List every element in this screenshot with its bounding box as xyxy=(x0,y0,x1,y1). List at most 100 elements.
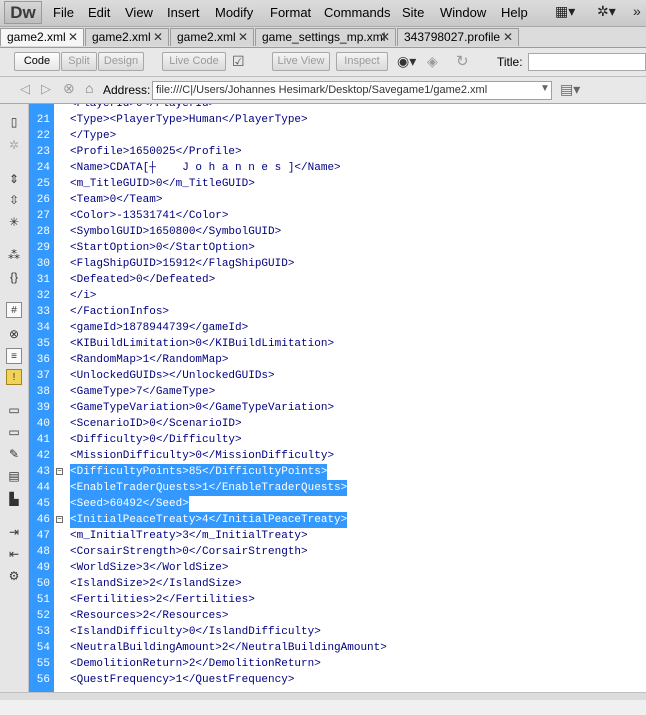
menu-commands[interactable]: Commands xyxy=(324,5,390,20)
code-line[interactable]: 24 <Name>CDATA[┼ J o h a n n e s ]</Name> xyxy=(29,160,646,176)
remove-comment-icon[interactable]: ▭ xyxy=(6,424,22,440)
menu-view[interactable]: View xyxy=(125,5,153,20)
tab-game2-xml-1[interactable]: game2.xml ✕ xyxy=(0,28,84,46)
code-line[interactable]: 54 <NeutralBuildingAmount>2</NeutralBuild… xyxy=(29,640,646,656)
highlight-invalid-code-icon[interactable]: ⊗ xyxy=(6,326,22,342)
code-line[interactable]: 40 <ScenarioID>0</ScenarioID> xyxy=(29,416,646,432)
chevron-down-icon[interactable]: ▼ xyxy=(540,83,550,94)
word-wrap-icon[interactable]: ≡ xyxy=(6,348,22,364)
expand-all-icon[interactable]: ✳ xyxy=(6,214,22,230)
refresh-icon[interactable]: ↻ xyxy=(456,52,469,70)
fold-toggle-icon[interactable]: − xyxy=(56,468,63,476)
show-code-navigator-icon[interactable]: ✲ xyxy=(6,137,22,153)
code-line[interactable]: 42 <MissionDifficulty>0</MissionDifficult… xyxy=(29,448,646,464)
gear-icon[interactable]: ✲▾ xyxy=(597,3,616,20)
apply-comment-icon[interactable]: ▭ xyxy=(6,402,22,418)
select-parent-tag-icon[interactable]: ⁂ xyxy=(6,247,22,263)
wrap-tag-icon[interactable]: ✎ xyxy=(6,446,22,462)
code-editor[interactable]: <PlayerId>0</PlayerId> 21 <Type><PlayerTy… xyxy=(29,104,646,692)
close-icon[interactable]: ✕ xyxy=(380,29,390,46)
forward-arrow-icon[interactable]: ▷ xyxy=(41,81,51,97)
code-line-selected[interactable]: 43− <DifficultyPoints>85</DifficultyPoint… xyxy=(29,464,646,480)
code-line[interactable]: 25 <m_TitleGUID>0</m_TitleGUID> xyxy=(29,176,646,192)
code-line[interactable]: 52 <Resources>2</Resources> xyxy=(29,608,646,624)
tab-game-settings-mp[interactable]: game_settings_mp.xml ✕ xyxy=(255,28,396,46)
live-code-button[interactable]: Live Code xyxy=(162,52,226,71)
code-line[interactable]: 35 <KIBuildLimitation>0</KIBuildLimitatio… xyxy=(29,336,646,352)
code-line[interactable]: 49 <WorldSize>3</WorldSize> xyxy=(29,560,646,576)
open-documents-icon[interactable]: ▯ xyxy=(6,114,22,130)
home-icon[interactable]: ⌂ xyxy=(85,80,93,96)
recent-snippets-icon[interactable]: ▤ xyxy=(6,468,22,484)
live-view-button[interactable]: Live View xyxy=(272,52,330,71)
code-line[interactable]: 38 <GameType>7</GameType> xyxy=(29,384,646,400)
code-line[interactable]: 55 <DemolitionReturn>2</DemolitionReturn> xyxy=(29,656,646,672)
code-line-selected[interactable]: 44 <EnableTraderQuests>1</EnableTraderQue… xyxy=(29,480,646,496)
collapse-selection-icon[interactable]: ⇳ xyxy=(6,192,22,208)
browser-options-icon[interactable]: ▤▾ xyxy=(560,81,580,98)
visual-aids-icon[interactable]: ◈ xyxy=(427,53,438,70)
check-page-icon[interactable]: ☑ xyxy=(232,53,245,70)
menu-help[interactable]: Help xyxy=(501,5,528,20)
globe-icon[interactable]: ◉▾ xyxy=(397,53,416,70)
code-line[interactable]: 33 </FactionInfos> xyxy=(29,304,646,320)
code-line[interactable]: 31 <Defeated>0</Defeated> xyxy=(29,272,646,288)
back-arrow-icon[interactable]: ◁ xyxy=(20,81,30,97)
code-line[interactable]: 27 <Color>-13531741</Color> xyxy=(29,208,646,224)
menu-window[interactable]: Window xyxy=(440,5,486,20)
close-icon[interactable]: ✕ xyxy=(503,29,513,46)
code-line[interactable]: 29 <StartOption>0</StartOption> xyxy=(29,240,646,256)
layout-icon[interactable]: ▦▾ xyxy=(555,3,575,20)
indent-code-icon[interactable]: ⇥ xyxy=(6,524,22,540)
address-input[interactable]: file:///C|/Users/Johannes Hesimark/Deskt… xyxy=(152,81,552,100)
tab-game2-xml-3[interactable]: game2.xml ✕ xyxy=(170,28,254,46)
outdent-code-icon[interactable]: ⇤ xyxy=(6,546,22,562)
code-line[interactable]: 37 <UnlockedGUIDs></UnlockedGUIDs> xyxy=(29,368,646,384)
code-line[interactable]: 21 <Type><PlayerType>Human</PlayerType> xyxy=(29,112,646,128)
inspect-button[interactable]: Inspect xyxy=(336,52,388,71)
menu-insert[interactable]: Insert xyxy=(167,5,200,20)
title-input[interactable] xyxy=(528,53,646,71)
code-line[interactable]: 39 <GameTypeVariation>0</GameTypeVariatio… xyxy=(29,400,646,416)
code-line[interactable]: 23 <Profile>1650025</Profile> xyxy=(29,144,646,160)
code-line-selected[interactable]: 45 <Seed>60492</Seed> xyxy=(29,496,646,512)
code-line[interactable]: 48 <CorsairStrength>0</CorsairStrength> xyxy=(29,544,646,560)
overflow-icon[interactable]: » xyxy=(633,3,641,19)
menu-file[interactable]: File xyxy=(53,5,74,20)
code-line[interactable]: 41 <Difficulty>0</Difficulty> xyxy=(29,432,646,448)
close-icon[interactable]: ✕ xyxy=(153,29,163,46)
code-line[interactable]: 51 <Fertilities>2</Fertilities> xyxy=(29,592,646,608)
close-icon[interactable]: ✕ xyxy=(68,29,78,46)
code-line[interactable]: 47 <m_InitialTreaty>3</m_InitialTreaty> xyxy=(29,528,646,544)
menu-site[interactable]: Site xyxy=(402,5,424,20)
code-line[interactable]: 28 <SymbolGUID>1650800</SymbolGUID> xyxy=(29,224,646,240)
design-view-button[interactable]: Design xyxy=(98,52,144,71)
code-line[interactable]: 34 <gameId>1878944739</gameId> xyxy=(29,320,646,336)
tab-profile[interactable]: 343798027.profile ✕ xyxy=(397,28,519,46)
stop-icon[interactable]: ⊗ xyxy=(63,80,75,97)
line-numbers-icon[interactable]: # xyxy=(6,302,22,318)
menu-edit[interactable]: Edit xyxy=(88,5,110,20)
format-source-code-icon[interactable]: ⚙ xyxy=(6,568,22,584)
code-line[interactable]: 36 <RandomMap>1</RandomMap> xyxy=(29,352,646,368)
code-line[interactable]: 32 </i> xyxy=(29,288,646,304)
code-line[interactable]: 26 <Team>0</Team> xyxy=(29,192,646,208)
move-css-icon[interactable]: ▙ xyxy=(6,491,22,507)
code-view-button[interactable]: Code xyxy=(14,52,60,71)
code-line[interactable]: 53 <IslandDifficulty>0</IslandDifficulty> xyxy=(29,624,646,640)
close-icon[interactable]: ✕ xyxy=(238,29,248,46)
menu-format[interactable]: Format xyxy=(270,5,311,20)
fold-toggle-icon[interactable]: − xyxy=(56,516,63,524)
split-view-button[interactable]: Split xyxy=(61,52,97,71)
code-line-selected[interactable]: 46− <InitialPeaceTreaty>4</InitialPeaceTr… xyxy=(29,512,646,528)
balance-braces-icon[interactable]: {} xyxy=(6,269,22,285)
tab-game2-xml-2[interactable]: game2.xml ✕ xyxy=(85,28,169,46)
syntax-error-alerts-icon[interactable]: ! xyxy=(6,369,22,385)
code-line[interactable]: 30 <FlagShipGUID>15912</FlagShipGUID> xyxy=(29,256,646,272)
code-line[interactable]: 56 <QuestFrequency>1</QuestFrequency> xyxy=(29,672,646,688)
collapse-full-tag-icon[interactable]: ⇕ xyxy=(6,171,22,187)
code-line[interactable]: 22 </Type> xyxy=(29,128,646,144)
horizontal-scrollbar[interactable] xyxy=(0,692,646,700)
menu-modify[interactable]: Modify xyxy=(215,5,253,20)
code-line[interactable]: 50 <IslandSize>2</IslandSize> xyxy=(29,576,646,592)
